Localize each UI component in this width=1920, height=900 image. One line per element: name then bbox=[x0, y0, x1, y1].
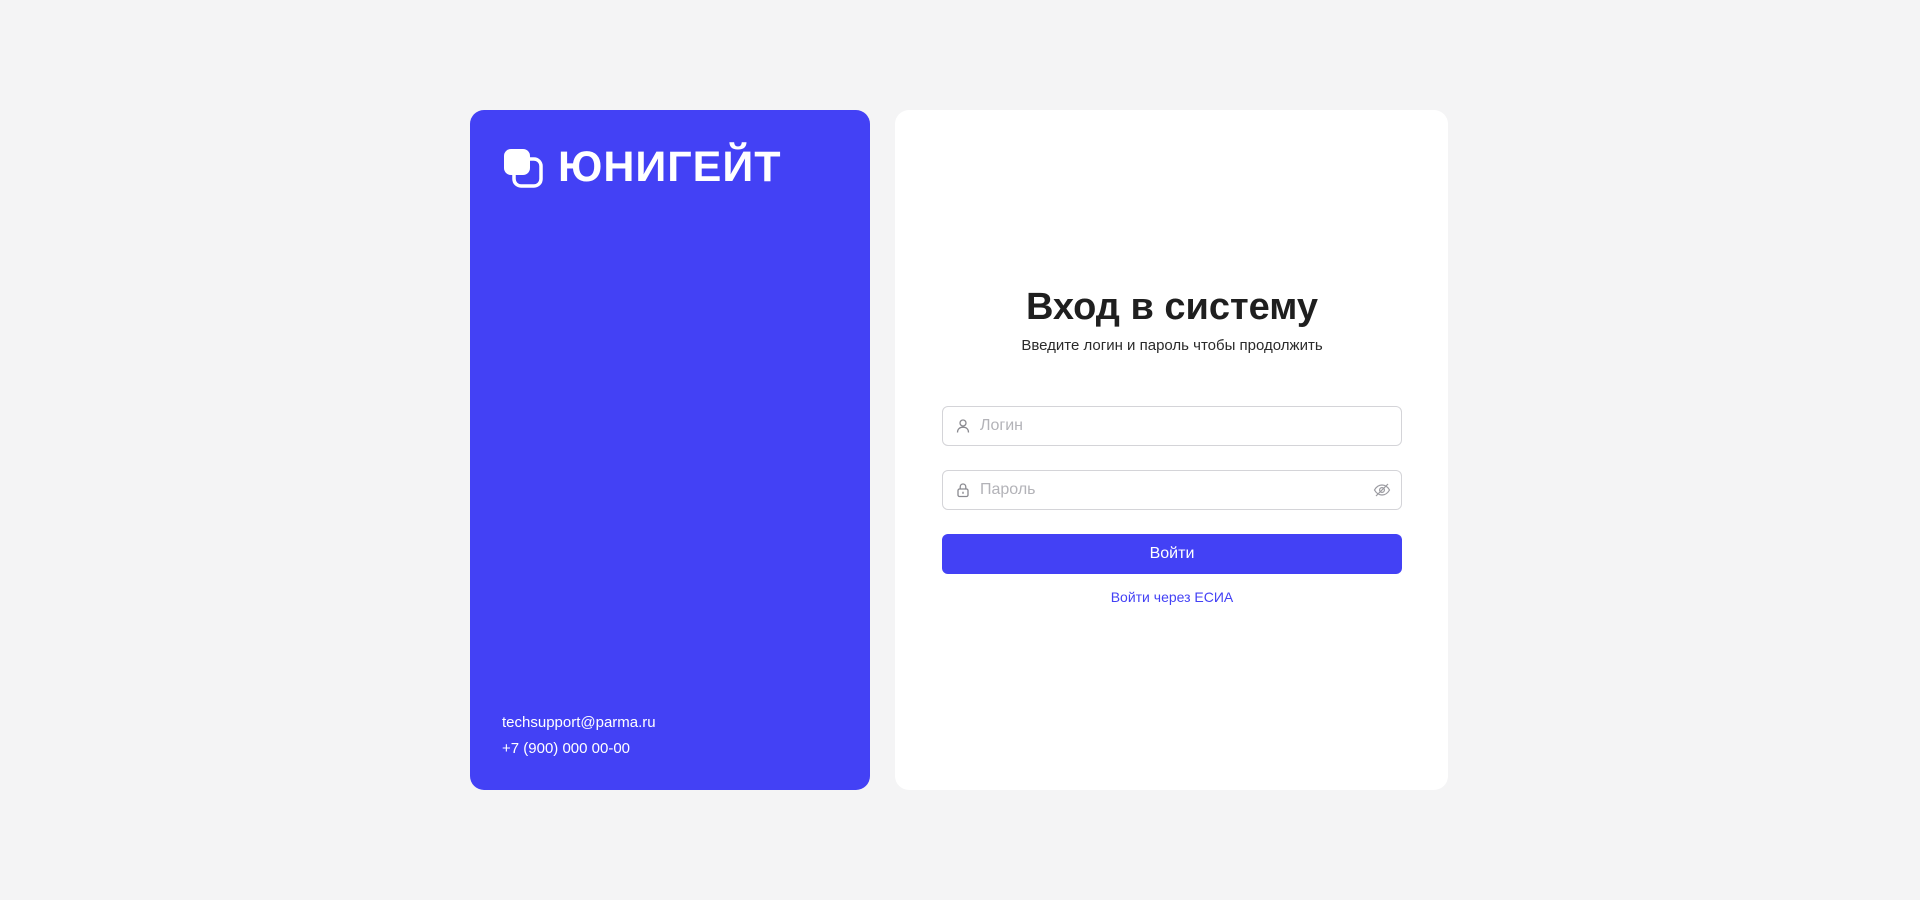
eye-off-icon[interactable] bbox=[1373, 481, 1391, 499]
brand-logo: ЮНИГЕЙТ bbox=[503, 146, 782, 189]
login-field[interactable] bbox=[942, 406, 1402, 446]
password-input[interactable] bbox=[980, 471, 1365, 509]
page-title: Вход в систему bbox=[1025, 286, 1319, 328]
page-subtitle: Введите логин и пароль чтобы продолжить bbox=[1021, 337, 1323, 354]
login-panel: Вход в систему Введите логин и пароль чт… bbox=[895, 110, 1448, 790]
user-icon bbox=[956, 419, 970, 433]
stacked-squares-logo-icon bbox=[504, 148, 543, 188]
support-phone: +7 (900) 000 00-00 bbox=[502, 740, 631, 757]
support-email: techsupport@parma.ru bbox=[502, 714, 656, 731]
login-button[interactable]: Войти bbox=[942, 534, 1402, 574]
lock-icon bbox=[957, 483, 969, 498]
password-field[interactable] bbox=[942, 470, 1402, 510]
esia-login-link[interactable]: Войти через ЕСИА bbox=[942, 588, 1402, 606]
brand-name: ЮНИГЕЙТ bbox=[558, 143, 782, 191]
support-contacts: techsupport@parma.ru +7 (900) 000 00-00 bbox=[502, 710, 656, 762]
login-form: Вход в систему Введите логин и пароль чт… bbox=[942, 284, 1402, 606]
login-input[interactable] bbox=[980, 407, 1365, 445]
brand-panel: ЮНИГЕЙТ techsupport@parma.ru +7 (900) 00… bbox=[470, 110, 870, 790]
